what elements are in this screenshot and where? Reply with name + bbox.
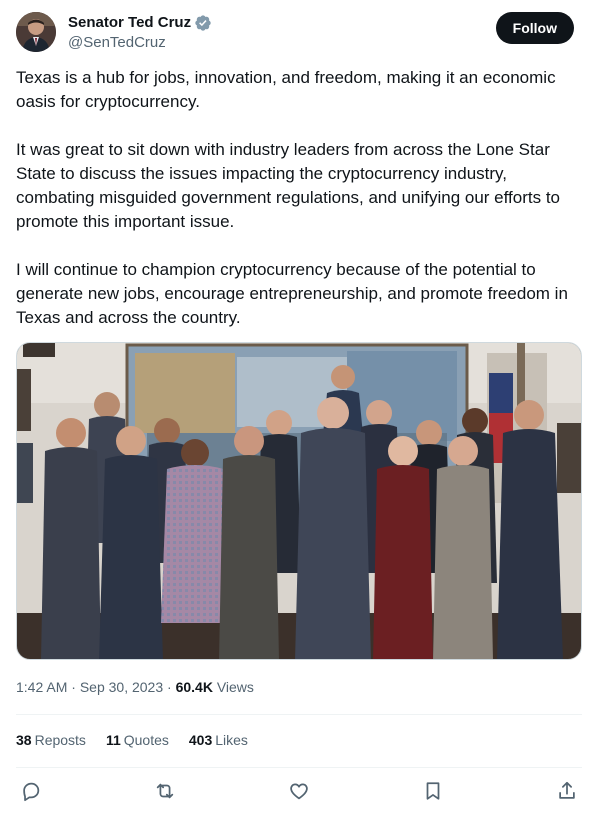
- likes-label: Likes: [215, 732, 248, 748]
- tweet-text: Texas is a hub for jobs, innovation, and…: [16, 66, 586, 354]
- tweet-paragraph: Texas is a hub for jobs, innovation, and…: [16, 68, 556, 111]
- tweet-paragraph: It was great to sit down with industry l…: [16, 140, 561, 231]
- quotes-count: 11: [105, 732, 121, 748]
- views-label: Views: [212, 679, 254, 695]
- tweet-date[interactable]: Sep 30, 2023: [80, 679, 163, 695]
- verified-badge-icon: [194, 14, 212, 32]
- avatar[interactable]: [16, 12, 56, 52]
- share-icon[interactable]: [556, 780, 580, 804]
- repost-icon[interactable]: [154, 780, 178, 804]
- tweet-time[interactable]: 1:42 AM: [16, 679, 67, 695]
- quotes-label: Quotes: [123, 732, 169, 748]
- reposts-stat[interactable]: 38 Reposts: [16, 730, 86, 750]
- quotes-stat[interactable]: 11 Quotes: [106, 730, 169, 750]
- engagement-stats: 38 Reposts 11 Quotes 403 Likes: [16, 730, 248, 750]
- follow-button[interactable]: Follow: [495, 12, 574, 44]
- views-count: 60.4K: [175, 679, 213, 695]
- author-info: Senator Ted Cruz @SenTedCruz: [68, 13, 212, 53]
- likes-count: 403: [188, 732, 213, 748]
- divider: [16, 714, 582, 715]
- author-handle[interactable]: @SenTedCruz: [68, 33, 212, 53]
- separator: ·: [163, 679, 176, 695]
- tweet-meta: 1:42 AM · Sep 30, 2023 · 60.4K Views: [16, 677, 254, 697]
- reposts-label: Reposts: [34, 732, 86, 748]
- divider: [16, 767, 582, 768]
- reply-icon[interactable]: [20, 780, 44, 804]
- tweet-header: Senator Ted Cruz @SenTedCruz Follow: [16, 12, 574, 56]
- reposts-count: 38: [16, 732, 32, 748]
- bookmark-icon[interactable]: [422, 780, 446, 804]
- separator: ·: [67, 679, 80, 695]
- author-display-name[interactable]: Senator Ted Cruz: [68, 13, 191, 32]
- like-icon[interactable]: [288, 780, 312, 804]
- action-bar: [20, 780, 578, 804]
- tweet-photo[interactable]: [16, 342, 582, 660]
- likes-stat[interactable]: 403 Likes: [189, 730, 248, 750]
- tweet-paragraph: I will continue to champion cryptocurren…: [16, 260, 568, 327]
